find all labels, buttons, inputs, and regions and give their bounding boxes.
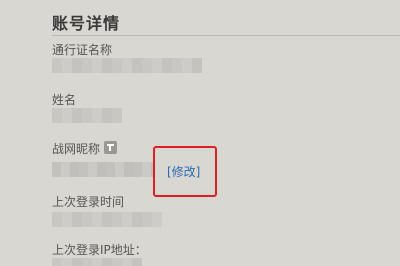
real-name-label: 姓名 [52,93,77,107]
last-login-time-value-redacted [52,212,162,227]
nickname-label: 战网昵称 [52,142,101,156]
account-name-value-redacted [52,58,202,73]
last-login-ip-value-redacted [52,258,142,266]
annotation-highlight-box [153,146,217,197]
real-name-value-redacted [52,108,122,123]
title-divider [52,35,400,36]
last-login-time-label: 上次登录时间 [52,195,125,209]
nickname-value-redacted [52,162,154,177]
account-name-label: 通行证名称 [52,43,113,57]
page-title: 账号详情 [52,14,121,33]
pencil-icon[interactable] [104,141,117,154]
last-login-ip-label: 上次登录IP地址： [52,243,147,257]
